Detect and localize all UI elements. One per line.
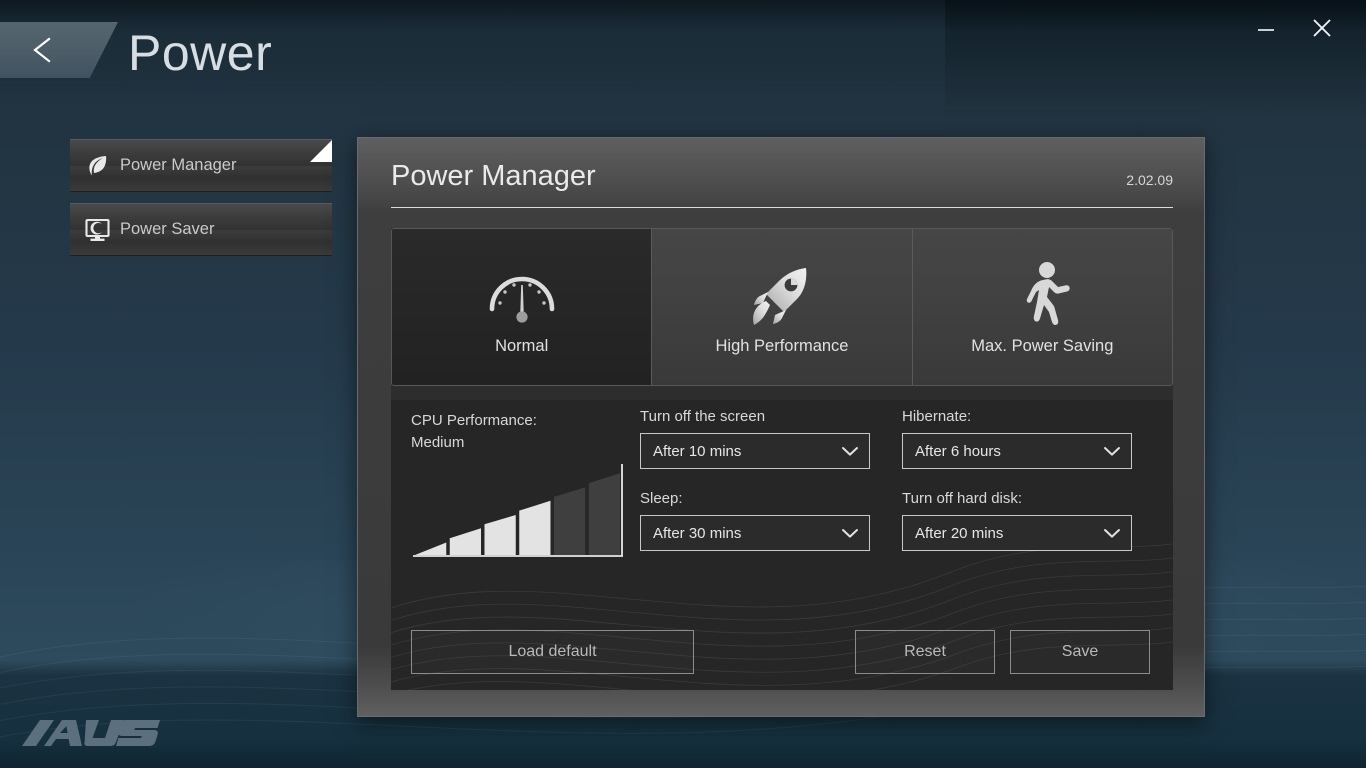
mode-button-normal[interactable]: Normal — [392, 229, 653, 385]
mode-label: High Performance — [715, 336, 849, 355]
field-turn-off-screen: Turn off the screen After 10 mins — [640, 408, 870, 469]
running-person-icon — [1010, 259, 1074, 333]
leaf-icon — [74, 153, 120, 179]
main-panel: Power Manager 2.02.09 Normal High Perfor… — [357, 137, 1205, 717]
sidebar-item-label: Power Saver — [120, 220, 215, 238]
save-button[interactable]: Save — [1010, 630, 1150, 674]
cpu-performance-label: CPU Performance: — [411, 412, 537, 429]
turn-off-hard-disk-select[interactable]: After 20 mins — [902, 515, 1132, 551]
chevron-down-icon — [1104, 529, 1120, 538]
mode-label: Max. Power Saving — [971, 336, 1114, 355]
reset-button[interactable]: Reset — [855, 630, 995, 674]
chevron-down-icon — [1104, 447, 1120, 456]
cpu-chart-bar — [519, 500, 551, 555]
sidebar-active-corner-marker — [310, 140, 332, 162]
chevron-left-icon — [33, 37, 51, 63]
sidebar-item-power-manager[interactable]: Power Manager — [70, 139, 332, 192]
power-app-window: Power Power Manager Power Saver Power Ma… — [0, 0, 1366, 768]
hibernate-select[interactable]: After 6 hours — [902, 433, 1132, 469]
sidebar-item-label: Power Manager — [120, 156, 237, 174]
field-label: Sleep: — [640, 490, 683, 507]
power-mode-selector: Normal High Performance Max. Power Savin… — [391, 228, 1173, 386]
close-icon — [1313, 19, 1331, 37]
field-label: Turn off the screen — [640, 408, 766, 425]
cpu-chart-bar — [484, 514, 516, 555]
cpu-chart-bar — [588, 473, 620, 555]
cpu-chart-bar — [554, 487, 586, 555]
chevron-down-icon — [842, 447, 858, 456]
mode-button-high-performance[interactable]: High Performance — [652, 229, 913, 385]
asus-logo — [22, 720, 160, 746]
cpu-chart-bar — [449, 528, 481, 555]
panel-title: Power Manager — [391, 160, 596, 192]
select-value: After 20 mins — [915, 524, 1004, 542]
panel-version: 2.02.09 — [1126, 172, 1173, 188]
sidebar-item-power-saver[interactable]: Power Saver — [70, 203, 332, 256]
field-label: Hibernate: — [902, 408, 972, 425]
load-default-button[interactable]: Load default — [411, 630, 694, 674]
page-title: Power — [128, 25, 273, 81]
chevron-down-icon — [842, 529, 858, 538]
field-hibernate: Hibernate: After 6 hours — [902, 408, 1132, 469]
minimize-button[interactable] — [1244, 10, 1288, 46]
field-label: Turn off hard disk: — [902, 490, 1023, 507]
back-button[interactable] — [0, 22, 118, 78]
select-value: After 6 hours — [915, 442, 1001, 460]
panel-header: Power Manager 2.02.09 — [391, 160, 1173, 193]
field-turn-off-hard-disk: Turn off hard disk: After 20 mins — [902, 490, 1132, 551]
panel-body: Normal High Performance Max. Power Savin… — [391, 228, 1173, 690]
background-top-shade — [0, 0, 1366, 30]
mode-button-max-power-saving[interactable]: Max. Power Saving — [912, 229, 1172, 385]
settings-area: CPU Performance: Medium Turn off the scr… — [391, 400, 1173, 690]
cpu-performance-value: Medium — [411, 434, 465, 451]
turn-off-screen-select[interactable]: After 10 mins — [640, 433, 870, 469]
rocket-icon — [746, 259, 818, 333]
select-value: After 10 mins — [653, 442, 742, 460]
minimize-icon — [1258, 29, 1274, 31]
panel-header-divider — [391, 207, 1173, 208]
mode-label: Normal — [495, 336, 549, 355]
sleep-select[interactable]: After 30 mins — [640, 515, 870, 551]
cpu-chart-bar — [415, 542, 447, 555]
close-button[interactable] — [1300, 10, 1344, 46]
select-value: After 30 mins — [653, 524, 742, 542]
gauge-icon — [484, 259, 560, 333]
background-band — [0, 0, 945, 130]
cpu-performance-block: CPU Performance: Medium — [411, 410, 627, 562]
sidebar: Power Manager Power Saver — [70, 139, 332, 267]
field-sleep: Sleep: After 30 mins — [640, 490, 870, 551]
cpu-performance-chart — [413, 464, 623, 557]
action-buttons: Load default Reset Save — [391, 630, 1173, 674]
title-bar: Power — [0, 0, 1366, 110]
window-controls — [1244, 10, 1344, 46]
monitor-moon-icon — [74, 217, 120, 243]
